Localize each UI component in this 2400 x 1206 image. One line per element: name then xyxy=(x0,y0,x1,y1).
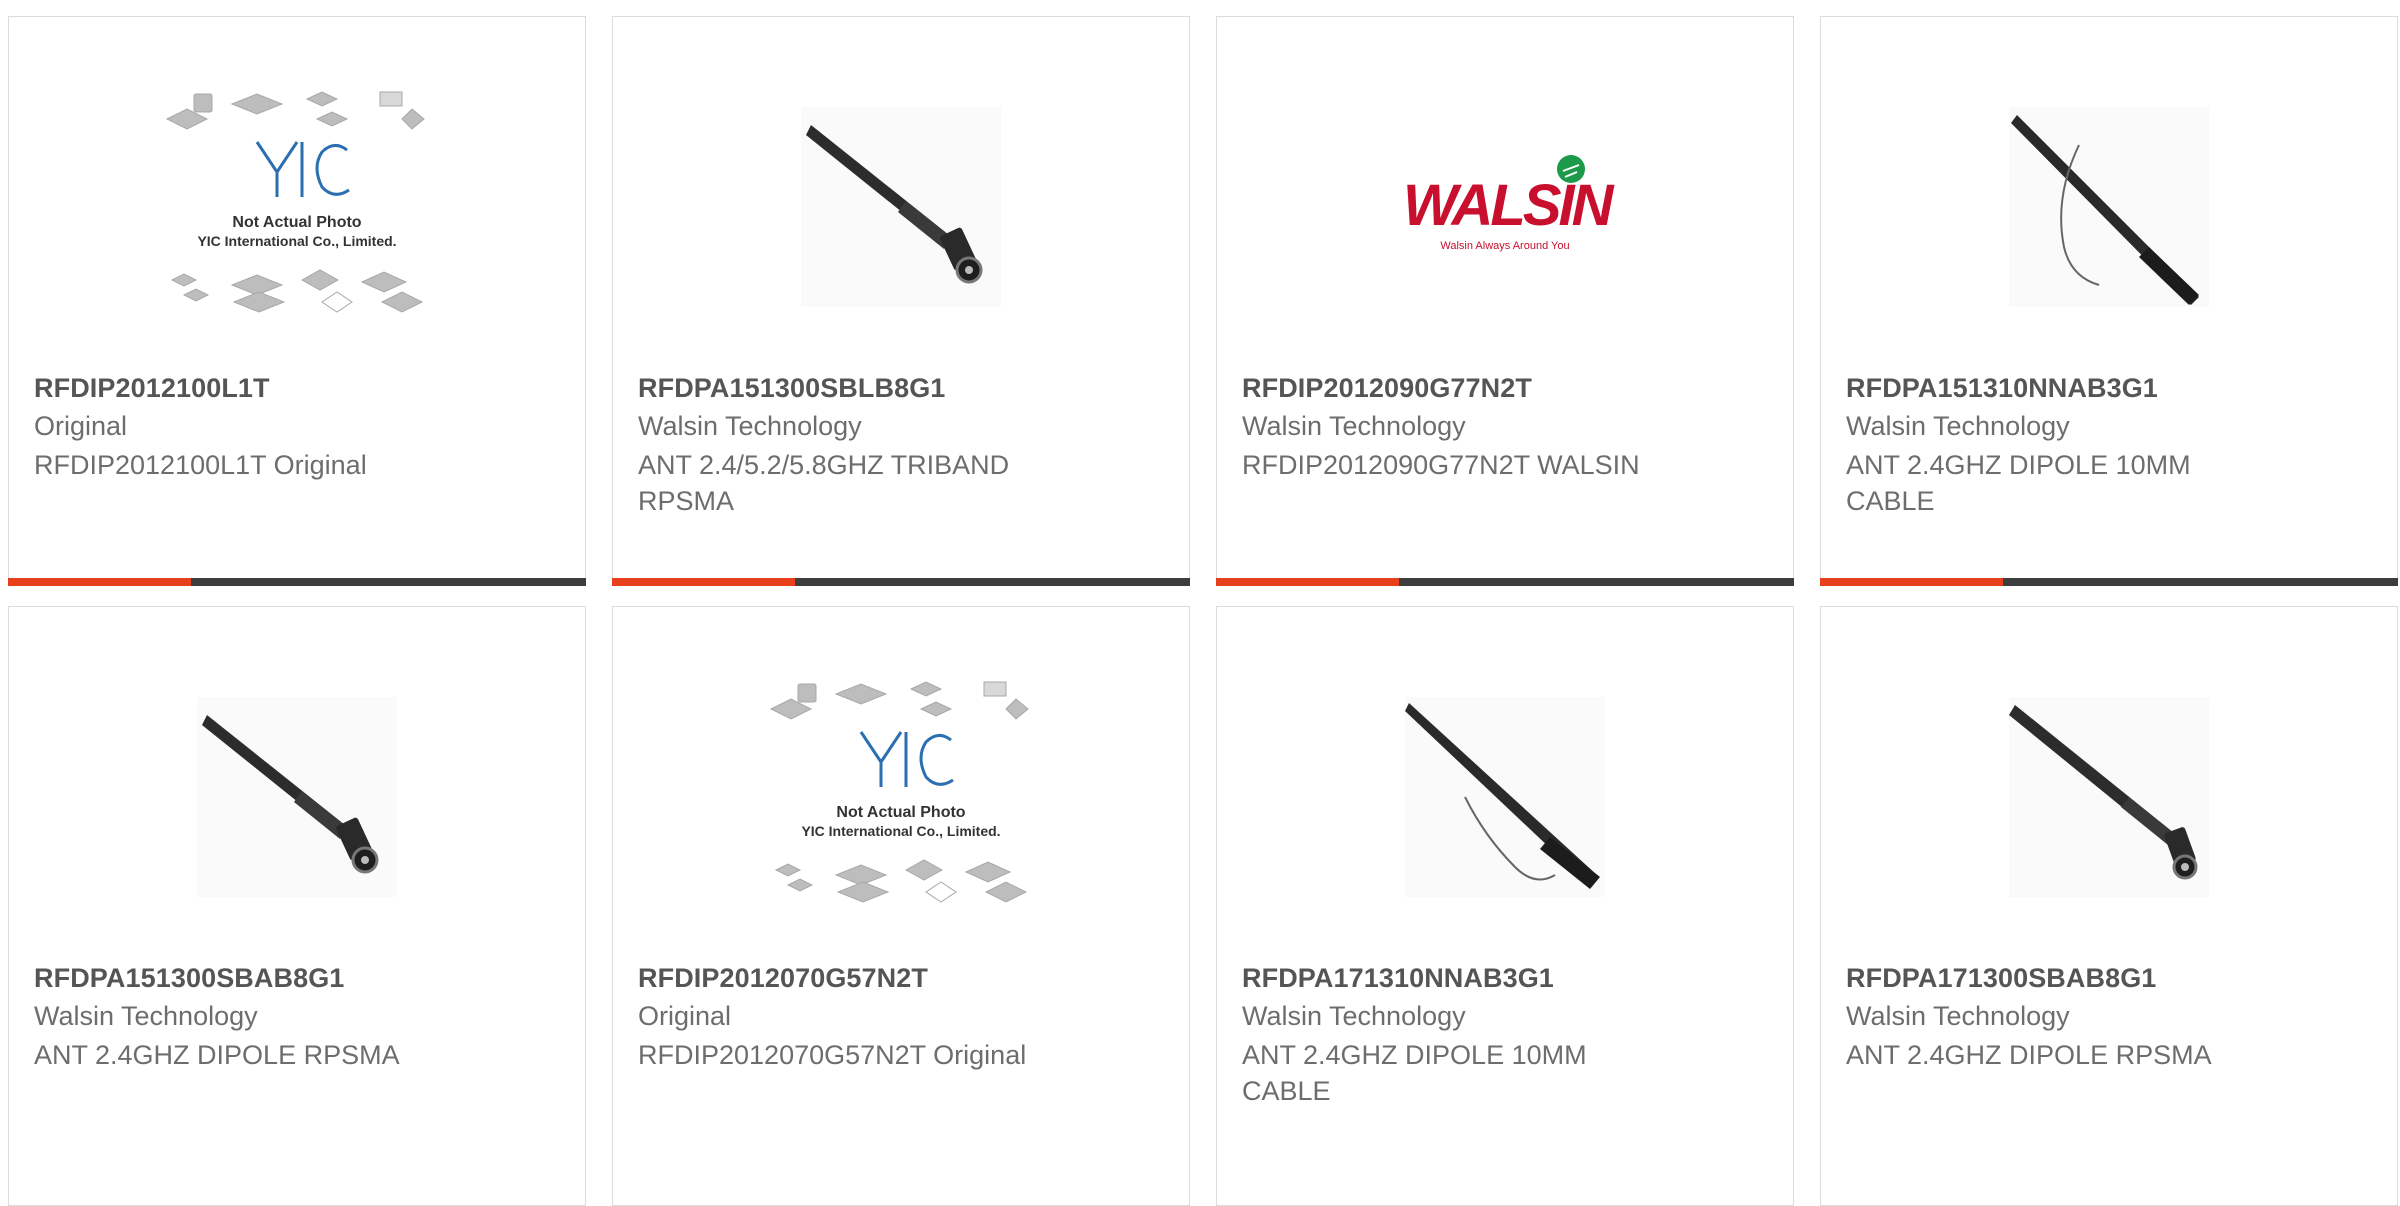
manufacturer: Walsin Technology xyxy=(34,1001,258,1031)
manufacturer: Walsin Technology xyxy=(1242,411,1466,441)
product-card[interactable]: Not Actual Photo YIC International Co., … xyxy=(612,606,1190,1206)
card-footer-bar xyxy=(8,578,586,586)
antenna-icon xyxy=(2009,697,2209,897)
product-image[interactable] xyxy=(1821,77,2397,337)
yic-placeholder-icon: Not Actual Photo YIC International Co., … xyxy=(769,681,1029,903)
antenna-cable-icon xyxy=(1405,697,1605,897)
description: ANT 2.4GHZ DIPOLE 10MM CABLE xyxy=(1846,450,2191,516)
antenna-cable-icon xyxy=(2009,107,2209,307)
part-number[interactable]: RFDIP2012100L1T xyxy=(34,373,270,404)
part-number[interactable]: RFDPA151310NNAB3G1 xyxy=(1846,373,2158,404)
product-image[interactable] xyxy=(1821,667,2397,927)
card-footer-bar xyxy=(1216,578,1794,586)
manufacturer: Walsin Technology xyxy=(1846,411,2070,441)
walsin-tagline: Walsin Always Around You xyxy=(1440,240,1569,252)
card-footer-bar xyxy=(1820,578,2398,586)
description: RFDIP2012100L1T Original xyxy=(34,450,367,480)
manufacturer: Walsin Technology xyxy=(1242,1001,1466,1031)
card-footer-bar xyxy=(612,578,1190,586)
description: ANT 2.4/5.2/5.8GHZ TRIBAND RPSMA xyxy=(638,450,1010,516)
product-image[interactable]: WALSIN Walsin Always Around You xyxy=(1217,77,1793,337)
product-image[interactable] xyxy=(1217,667,1793,927)
part-number[interactable]: RFDIP2012070G57N2T xyxy=(638,963,928,994)
placeholder-caption: Not Actual Photo xyxy=(836,804,965,821)
placeholder-company: YIC International Co., Limited. xyxy=(801,823,1000,839)
product-image[interactable] xyxy=(613,77,1189,337)
placeholder-company: YIC International Co., Limited. xyxy=(197,233,396,249)
description: RFDIP2012090G77N2T WALSIN xyxy=(1242,450,1640,480)
manufacturer: Original xyxy=(638,1001,732,1031)
description: ANT 2.4GHZ DIPOLE RPSMA xyxy=(1846,1040,2212,1070)
part-number[interactable]: RFDPA151300SBAB8G1 xyxy=(34,963,344,994)
description: ANT 2.4GHZ DIPOLE RPSMA xyxy=(34,1040,400,1070)
product-image[interactable] xyxy=(9,667,585,927)
card-accent-bar xyxy=(8,578,191,586)
manufacturer: Walsin Technology xyxy=(1846,1001,2070,1031)
placeholder-caption: Not Actual Photo xyxy=(232,214,361,231)
product-card[interactable]: RFDPA151310NNAB3G1 Walsin Technology ANT… xyxy=(1820,16,2398,586)
part-number[interactable]: RFDIP2012090G77N2T xyxy=(1242,373,1532,404)
product-card[interactable]: Not Actual Photo YIC International Co., … xyxy=(8,16,586,586)
product-image[interactable]: Not Actual Photo YIC International Co., … xyxy=(613,667,1189,927)
part-number[interactable]: RFDPA151300SBLB8G1 xyxy=(638,373,945,404)
product-grid: Not Actual Photo YIC International Co., … xyxy=(0,0,2400,1206)
product-image[interactable]: Not Actual Photo YIC International Co., … xyxy=(9,77,585,337)
product-card[interactable]: WALSIN Walsin Always Around You RFDIP201… xyxy=(1216,16,1794,586)
antenna-icon xyxy=(197,697,397,897)
part-number[interactable]: RFDPA171310NNAB3G1 xyxy=(1242,963,1554,994)
card-accent-bar xyxy=(612,578,795,586)
walsin-logo-text: WALSIN xyxy=(1403,173,1615,238)
antenna-icon xyxy=(801,107,1001,307)
product-card[interactable]: RFDPA151300SBAB8G1 Walsin Technology ANT… xyxy=(8,606,586,1206)
manufacturer: Walsin Technology xyxy=(638,411,862,441)
product-card[interactable]: RFDPA171310NNAB3G1 Walsin Technology ANT… xyxy=(1216,606,1794,1206)
product-card[interactable]: RFDPA151300SBLB8G1 Walsin Technology ANT… xyxy=(612,16,1190,586)
description: ANT 2.4GHZ DIPOLE 10MM CABLE xyxy=(1242,1040,1587,1106)
description: RFDIP2012070G57N2T Original xyxy=(638,1040,1027,1070)
card-accent-bar xyxy=(1216,578,1399,586)
manufacturer: Original xyxy=(34,411,128,441)
product-card[interactable]: RFDPA171300SBAB8G1 Walsin Technology ANT… xyxy=(1820,606,2398,1206)
part-number[interactable]: RFDPA171300SBAB8G1 xyxy=(1846,963,2156,994)
card-accent-bar xyxy=(1820,578,2003,586)
yic-placeholder-icon: Not Actual Photo YIC International Co., … xyxy=(165,91,425,313)
walsin-logo-icon: WALSIN Walsin Always Around You xyxy=(1403,155,1615,252)
